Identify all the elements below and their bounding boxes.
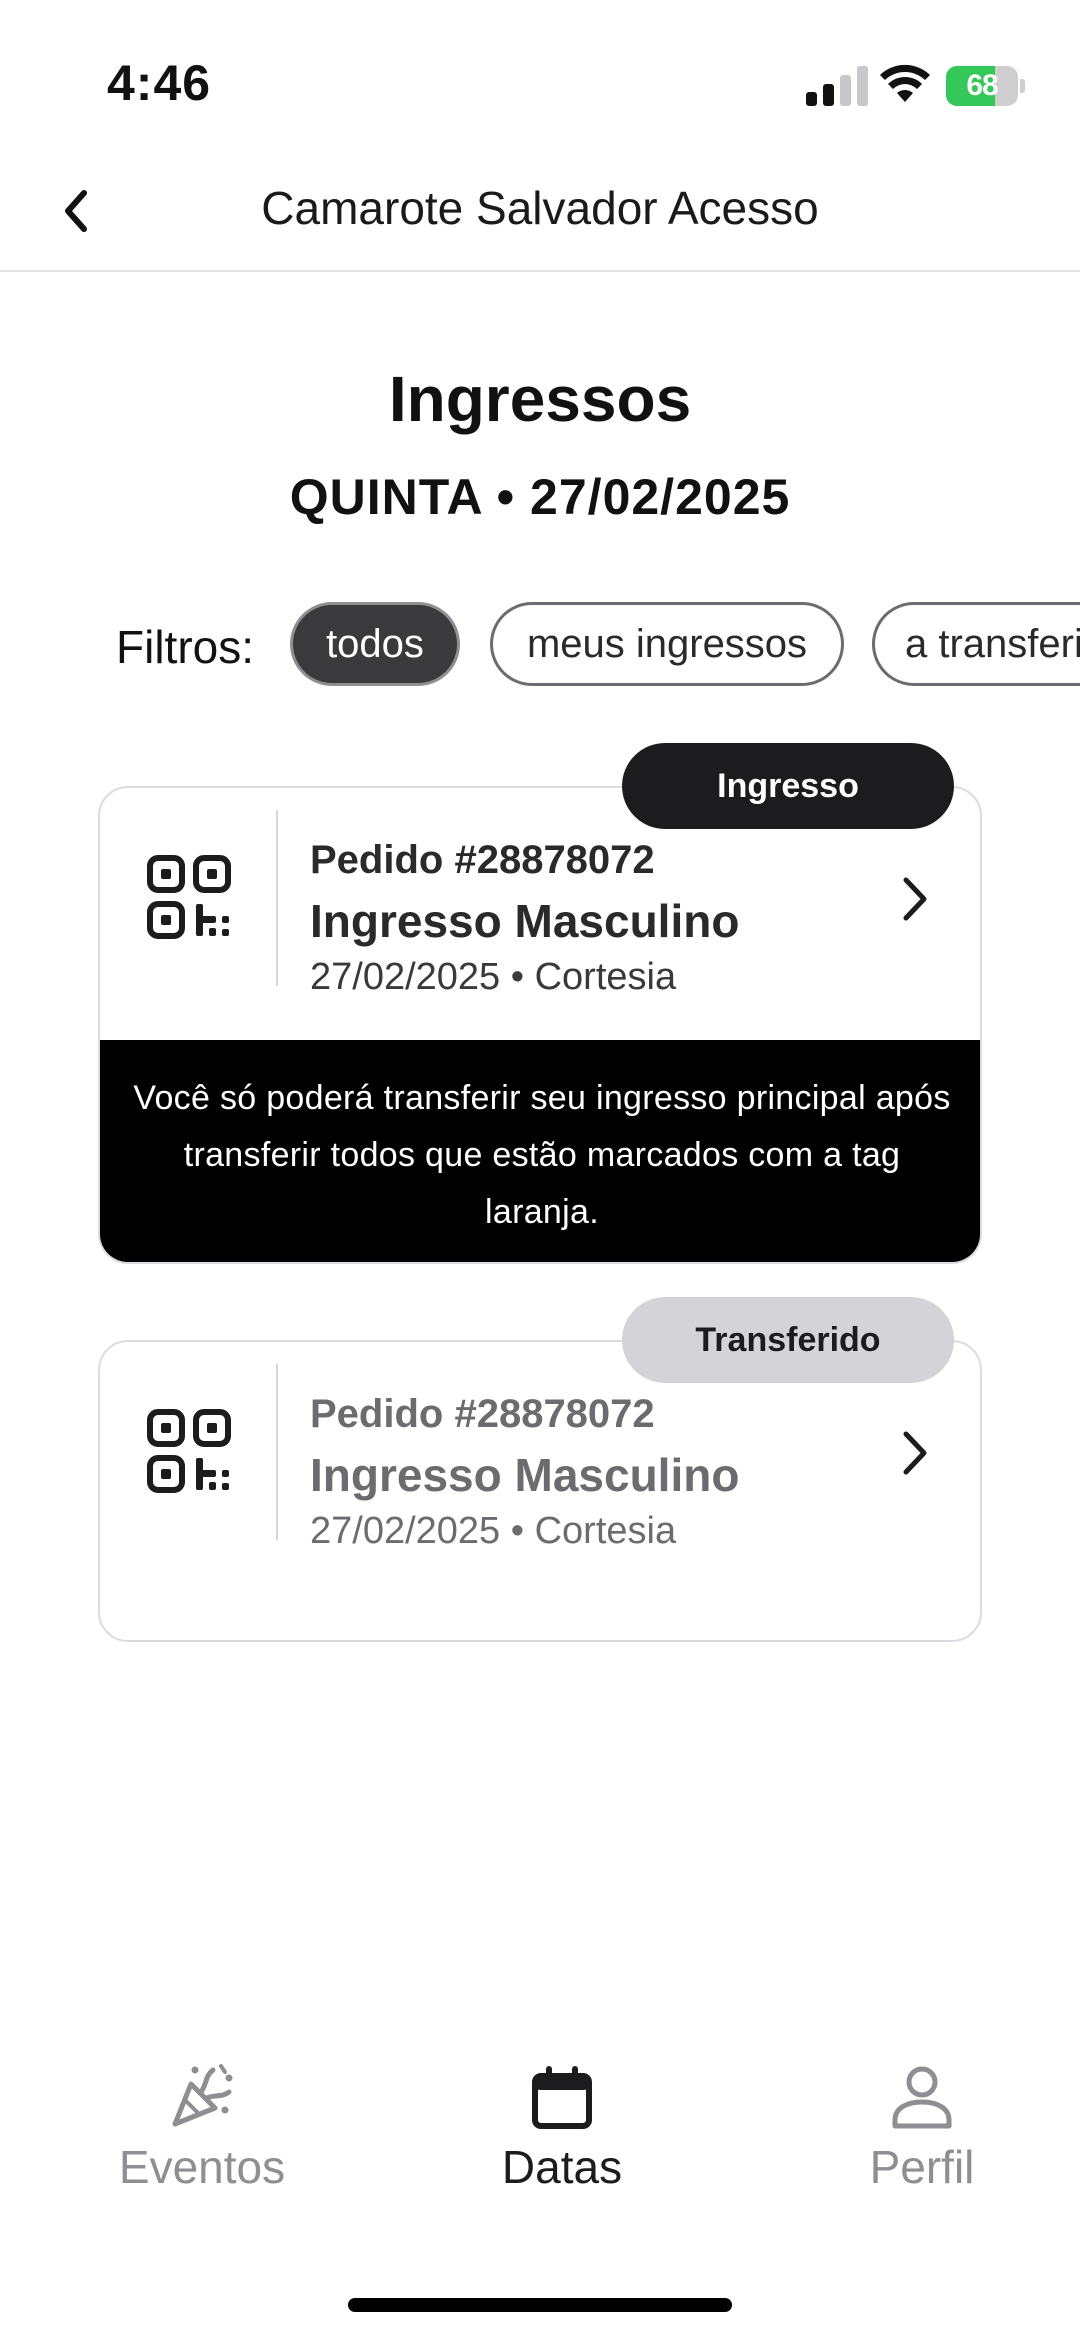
tab-bar: Eventos Datas Perfil bbox=[0, 2040, 1080, 2220]
calendar-icon bbox=[532, 2066, 592, 2129]
filter-bar: Filtros: todos meus ingressos a transfer… bbox=[0, 600, 1080, 690]
order-number: Pedido #28878072 bbox=[310, 1392, 655, 1436]
party-popper-icon bbox=[172, 2064, 233, 2127]
chevron-left-icon bbox=[65, 190, 87, 232]
filter-chip-a-transferir[interactable]: a transferir bbox=[872, 602, 1080, 686]
chevron-right-icon bbox=[903, 877, 927, 921]
filter-chip-todos[interactable]: todos bbox=[290, 602, 460, 686]
wifi-icon bbox=[880, 64, 930, 102]
battery-indicator: 68 bbox=[946, 66, 1025, 106]
transfer-notice: Você só poderá transferir seu ingresso p… bbox=[100, 1040, 980, 1262]
battery-level: 68 bbox=[966, 69, 998, 102]
ticket-card[interactable]: Pedido #28878072 Ingresso Masculino 27/0… bbox=[98, 1340, 982, 1642]
status-time: 4:46 bbox=[107, 55, 212, 111]
ticket-name: Ingresso Masculino bbox=[310, 1449, 740, 1501]
cellular-signal-icon bbox=[806, 66, 868, 106]
chevron-right-icon bbox=[903, 1431, 927, 1475]
filters-label: Filtros: bbox=[116, 621, 254, 673]
navigation-bar: Camarote Salvador Acesso bbox=[0, 150, 1080, 272]
event-date: QUINTA • 27/02/2025 bbox=[289, 469, 791, 525]
ticket-tag-transferido: Transferido bbox=[622, 1297, 954, 1383]
tab-label: Perfil bbox=[869, 2141, 975, 2193]
ticket-meta: 27/02/2025 • Cortesia bbox=[310, 956, 677, 998]
page-title: Ingressos bbox=[388, 363, 692, 435]
home-indicator bbox=[348, 2298, 732, 2312]
qr-code-icon bbox=[147, 855, 231, 939]
tab-eventos[interactable]: Eventos bbox=[52, 2040, 352, 2220]
ticket-name: Ingresso Masculino bbox=[310, 895, 740, 947]
ticket-meta: 27/02/2025 • Cortesia bbox=[310, 1510, 677, 1552]
back-button[interactable] bbox=[40, 176, 110, 246]
tab-label: Eventos bbox=[118, 2141, 286, 2193]
person-icon bbox=[892, 2066, 952, 2129]
ticket-card[interactable]: Pedido #28878072 Ingresso Masculino 27/0… bbox=[98, 786, 982, 1264]
ticket-tag-ingresso: Ingresso bbox=[622, 743, 954, 829]
tab-datas[interactable]: Datas bbox=[412, 2040, 712, 2220]
tab-perfil[interactable]: Perfil bbox=[772, 2040, 1072, 2220]
status-bar: 4:46 68 bbox=[0, 0, 1080, 150]
order-number: Pedido #28878072 bbox=[310, 838, 655, 882]
filter-chip-meus-ingressos[interactable]: meus ingressos bbox=[490, 602, 844, 686]
nav-title: Camarote Salvador Acesso bbox=[261, 182, 819, 234]
tab-label: Datas bbox=[501, 2141, 623, 2193]
qr-code-icon bbox=[147, 1409, 231, 1493]
